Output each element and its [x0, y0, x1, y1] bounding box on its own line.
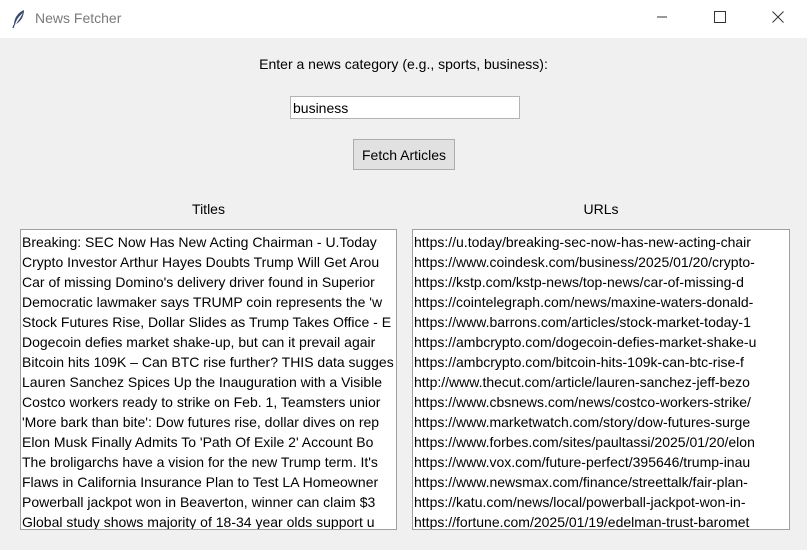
list-item[interactable]: Global study shows majority of 18-34 yea… [21, 512, 396, 529]
urls-label: URLs [583, 201, 619, 217]
list-item[interactable]: Bitcoin hits 109K – Can BTC rise further… [21, 352, 396, 372]
list-item[interactable]: https://www.coindesk.com/business/2025/0… [413, 252, 789, 272]
maximize-button[interactable] [691, 0, 749, 38]
list-item[interactable]: https://www.barrons.com/articles/stock-m… [413, 312, 789, 332]
list-item[interactable]: 'More bark than bite': Dow futures rise,… [21, 412, 396, 432]
category-input[interactable] [290, 96, 520, 119]
list-item[interactable]: https://fortune.com/2025/01/19/edelman-t… [413, 512, 789, 529]
list-item[interactable]: Elon Musk Finally Admits To 'Path Of Exi… [21, 432, 396, 452]
list-item[interactable]: Crypto Investor Arthur Hayes Doubts Trum… [21, 252, 396, 272]
titles-label: Titles [192, 201, 225, 217]
fetch-articles-button[interactable]: Fetch Articles [353, 139, 455, 170]
close-icon [772, 10, 784, 28]
list-item[interactable]: https://kstp.com/kstp-news/top-news/car-… [413, 272, 789, 292]
feather-icon [11, 9, 27, 29]
list-item[interactable]: https://www.forbes.com/sites/paultassi/2… [413, 432, 789, 452]
maximize-icon [714, 10, 726, 28]
urls-listbox[interactable]: https://u.today/breaking-sec-now-has-new… [412, 229, 790, 530]
list-item[interactable]: Breaking: SEC Now Has New Acting Chairma… [21, 232, 396, 252]
close-button[interactable] [749, 0, 807, 38]
list-item[interactable]: https://www.newsmax.com/finance/streetta… [413, 472, 789, 492]
window-title: News Fetcher [35, 10, 122, 26]
list-item[interactable]: https://cointelegraph.com/news/maxine-wa… [413, 292, 789, 312]
list-item[interactable]: Democratic lawmaker says TRUMP coin repr… [21, 292, 396, 312]
list-item[interactable]: https://www.marketwatch.com/story/dow-fu… [413, 412, 789, 432]
list-item[interactable]: The broligarchs have a vision for the ne… [21, 452, 396, 472]
list-item[interactable]: https://u.today/breaking-sec-now-has-new… [413, 232, 789, 252]
title-bar[interactable]: News Fetcher [0, 0, 807, 38]
list-item[interactable]: Car of missing Domino's delivery driver … [21, 272, 396, 292]
minimize-icon [656, 10, 668, 28]
list-item[interactable]: Dogecoin defies market shake-up, but can… [21, 332, 396, 352]
list-item[interactable]: Lauren Sanchez Spices Up the Inauguratio… [21, 372, 396, 392]
app-window: News Fetcher Enter a news category (e.g.… [0, 0, 807, 550]
list-item[interactable]: http://www.thecut.com/article/lauren-san… [413, 372, 789, 392]
list-item[interactable]: https://www.vox.com/future-perfect/39564… [413, 452, 789, 472]
list-item[interactable]: https://www.cbsnews.com/news/costco-work… [413, 392, 789, 412]
list-item[interactable]: https://ambcrypto.com/dogecoin-defies-ma… [413, 332, 789, 352]
list-item[interactable]: Stock Futures Rise, Dollar Slides as Tru… [21, 312, 396, 332]
list-item[interactable]: Costco workers ready to strike on Feb. 1… [21, 392, 396, 412]
minimize-button[interactable] [633, 0, 691, 38]
list-item[interactable]: Powerball jackpot won in Beaverton, winn… [21, 492, 396, 512]
list-item[interactable]: https://ambcrypto.com/bitcoin-hits-109k-… [413, 352, 789, 372]
titles-listbox[interactable]: Breaking: SEC Now Has New Acting Chairma… [20, 229, 397, 530]
list-item[interactable]: Flaws in California Insurance Plan to Te… [21, 472, 396, 492]
category-prompt-label: Enter a news category (e.g., sports, bus… [259, 56, 548, 72]
list-item[interactable]: https://katu.com/news/local/powerball-ja… [413, 492, 789, 512]
